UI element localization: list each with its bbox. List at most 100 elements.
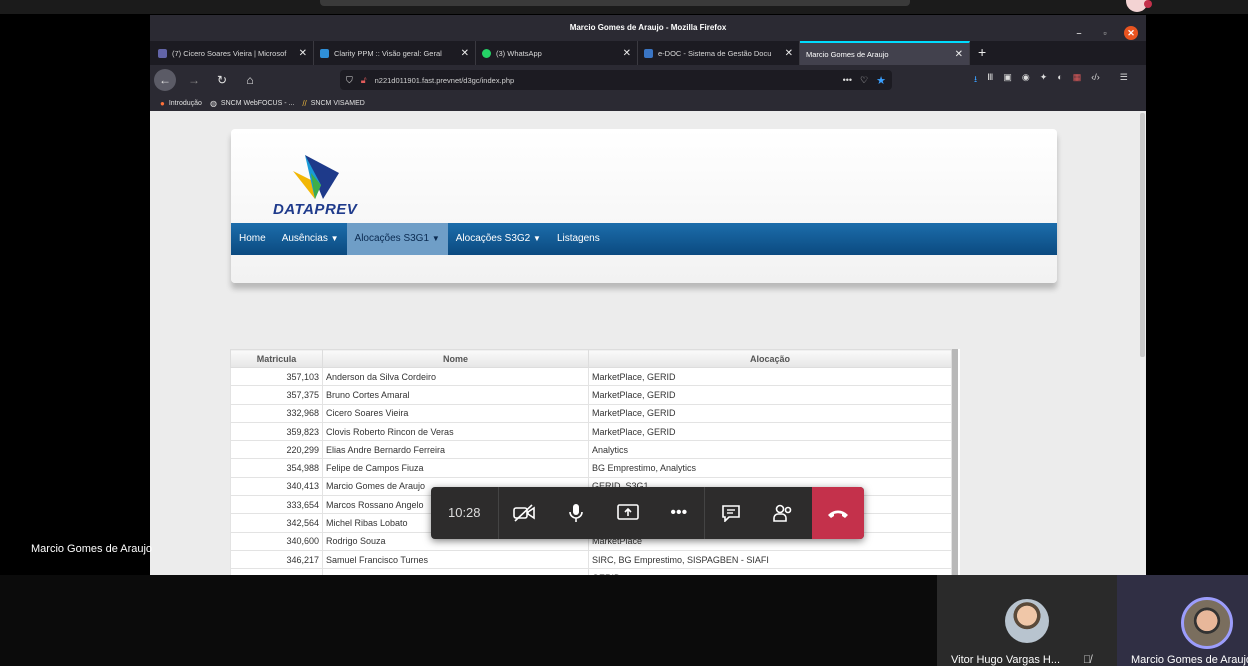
close-tab-icon[interactable]: ✕	[623, 48, 631, 59]
tab-whatsapp[interactable]: (3) WhatsApp ✕	[476, 41, 638, 65]
cell-matricula: 357,375	[230, 385, 323, 405]
cell-nome: Cicero Soares Vieira	[322, 403, 589, 423]
close-tab-icon[interactable]: ✕	[461, 48, 469, 59]
restore-icon[interactable]: ▫	[1098, 20, 1112, 46]
globe-icon: ◍	[209, 98, 217, 108]
insecure-lock-icon[interactable]: 🔓︎	[361, 75, 367, 86]
participants-button[interactable]	[757, 487, 809, 539]
account-icon[interactable]: ◉	[1022, 72, 1030, 88]
hang-up-button[interactable]	[812, 487, 865, 539]
menu-listagens[interactable]: Listagens	[549, 223, 608, 255]
hang-up-icon	[828, 510, 849, 518]
cell-nome: Felipe de Campos Fiuza	[322, 458, 589, 478]
back-icon[interactable]: ←	[154, 69, 176, 91]
home-icon[interactable]: ⌂	[240, 73, 260, 87]
table-row[interactable]: 357,103 Anderson da Silva Cordeiro MarketP…	[230, 366, 952, 387]
participant-tile-self[interactable]: Marcio Gomes de Araujo	[1117, 575, 1248, 666]
window-controls: – ▫ ✕	[1072, 20, 1138, 46]
cell-alocacao: BG Emprestimo, Analytics	[588, 458, 952, 478]
bookmark-item[interactable]: //SNCM VISAMED	[302, 99, 365, 108]
microphone-button[interactable]	[550, 487, 602, 539]
table-row[interactable]: 354,988 Felipe de Campos Fiuza BG Empresti…	[230, 458, 952, 478]
camera-off-button[interactable]	[499, 487, 551, 539]
url-bar[interactable]: ⛉ 🔓︎ n221d011901.fast.prevnet/d3gc/index…	[340, 70, 892, 90]
extension-icon[interactable]: ✦	[1040, 72, 1048, 88]
bookmark-label: SNCM WebFOCUS - ...	[220, 99, 295, 107]
caret-down-icon: ▼	[330, 234, 339, 243]
table-scrollbar[interactable]	[952, 349, 958, 575]
tab-label: (7) Cicero Soares Vieira | Microsof	[172, 48, 287, 58]
more-options-button[interactable]: •••	[653, 487, 706, 539]
table-row[interactable]: 357,375 Bruno Cortes Amaral MarketPlace, G…	[230, 385, 952, 405]
cell-nome: Anderson da Silva Cordeiro	[322, 366, 589, 387]
tab-teams[interactable]: (7) Cicero Soares Vieira | Microsof ✕	[152, 41, 314, 65]
minimize-icon[interactable]: –	[1072, 20, 1086, 46]
shield-icon[interactable]: ⛉	[346, 75, 353, 86]
whatsapp-favicon-icon	[482, 48, 491, 58]
extension-icon[interactable]: ▦	[1073, 72, 1082, 88]
window-title: Marcio Gomes de Araujo - Mozilla Firefox	[569, 23, 727, 32]
tab-clarity[interactable]: Clarity PPM :: Visão geral: Geral ✕	[314, 41, 476, 65]
firefox-icon: ●	[160, 98, 165, 108]
library-icon[interactable]: Ⅲ	[987, 72, 993, 88]
cell-matricula: 333,654	[230, 495, 323, 515]
column-header-nome[interactable]: Nome	[322, 349, 589, 368]
edoc-favicon-icon	[644, 48, 653, 58]
menu-label: Alocações S3G2	[455, 233, 531, 244]
share-screen-button[interactable]	[602, 487, 654, 539]
cell-nome: Bruno Cortes Amaral	[322, 385, 589, 405]
chat-icon	[722, 505, 740, 522]
bookmark-star-icon[interactable]: ★	[876, 74, 886, 87]
menu-alocacoes-s3g1[interactable]: Alocações S3G1 ▼	[346, 223, 448, 255]
column-header-matricula[interactable]: Matricula	[230, 349, 323, 368]
microphone-icon	[569, 504, 583, 522]
call-timer: 10:28	[431, 487, 499, 539]
cell-matricula: 220,299	[230, 440, 323, 460]
mic-muted-icon: 🎙̸	[1083, 654, 1092, 666]
pocket-icon[interactable]: ♡	[860, 75, 868, 86]
menu-label: Listagens	[556, 233, 600, 244]
menu-home[interactable]: Home	[231, 223, 274, 255]
close-tab-icon[interactable]: ✕	[785, 48, 793, 59]
window-title-bar: Marcio Gomes de Araujo - Mozilla Firefox…	[150, 15, 1146, 41]
close-tab-icon[interactable]: ✕	[299, 48, 307, 59]
dataprev-logo-icon	[293, 155, 339, 199]
table-row[interactable]: 332,968 Cicero Soares Vieira MarketPlace, …	[230, 403, 952, 423]
page-actions-icon[interactable]: •••	[843, 75, 852, 85]
table-row[interactable]: 346,217 Samuel Francisco Turnes SIRC, BG E…	[230, 549, 952, 570]
close-tab-icon[interactable]: ✕	[955, 49, 963, 60]
forward-icon[interactable]: →	[184, 73, 204, 87]
more-icon: •••	[670, 504, 688, 521]
menu-ausencias[interactable]: Ausências ▼	[274, 223, 347, 255]
teams-favicon-icon	[158, 48, 167, 58]
tab-label: Marcio Gomes de Araujo	[806, 49, 889, 59]
tab-edoc[interactable]: e-DOC - Sistema de Gestão Docu ✕	[638, 41, 800, 65]
user-avatar-icon[interactable]	[1126, 0, 1152, 12]
bookmark-item[interactable]: ● Introdução	[160, 99, 202, 108]
column-header-alocacao[interactable]: Alocação	[588, 349, 952, 368]
dataprev-logo-text: DATAPREV	[273, 201, 358, 218]
table-row[interactable]: 359,823 Clovis Roberto Rincon de Veras Mar…	[230, 421, 952, 442]
reload-icon[interactable]: ↻	[212, 73, 232, 87]
participants-icon	[772, 504, 791, 522]
extension-icon[interactable]: ◐	[1057, 72, 1062, 88]
tab-active[interactable]: Marcio Gomes de Araujo ✕	[800, 41, 970, 65]
cell-matricula: 357,103	[230, 366, 323, 387]
table-row[interactable]: 220,299 Elias Andre Bernardo Ferreira Anal…	[230, 440, 952, 460]
page-scrollbar[interactable]	[1140, 113, 1145, 357]
close-icon[interactable]: ✕	[1124, 26, 1138, 40]
cell-alocacao: MarketPlace, GERID	[588, 366, 952, 387]
menu-icon[interactable]: ☰	[1120, 72, 1128, 88]
url-text[interactable]: n221d011901.fast.prevnet/d3gc/index.php	[375, 76, 835, 85]
new-tab-icon[interactable]: +	[970, 41, 994, 65]
chat-button[interactable]	[705, 487, 757, 539]
menu-alocacoes-s3g2[interactable]: Alocações S3G2 ▼	[448, 223, 549, 255]
bookmark-item[interactable]: ◍ SNCM WebFOCUS - ...	[210, 99, 294, 108]
navigation-toolbar: ← → ↻ ⌂ ⛉ 🔓︎ n221d011901.fast.prevnet/d3…	[150, 65, 1146, 95]
download-icon[interactable]: ⭳	[974, 72, 977, 88]
sidebar-icon[interactable]: ▣	[1003, 72, 1012, 88]
participant-tile[interactable]: Vitor Hugo Vargas H... 🎙̸	[937, 575, 1117, 666]
menu-label: Ausências	[281, 233, 328, 244]
tab-label: Clarity PPM :: Visão geral: Geral	[334, 48, 442, 58]
devtools-icon[interactable]: ‹/›	[1091, 72, 1100, 88]
